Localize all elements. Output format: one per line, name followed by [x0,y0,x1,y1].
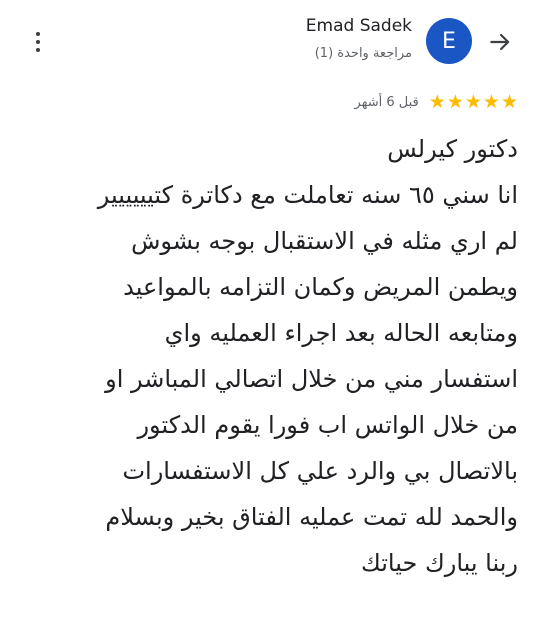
review-text-line: انا سني ٦٥ سنه تعاملت مع دكاترة كتيييييي… [97,181,518,209]
review-text-line: والحمد لله تمت عمليه الفتاق بخير وبسلام [105,503,518,531]
reviewer-name[interactable]: Emad Sadek [306,16,412,36]
more-vert-icon [36,32,40,36]
star-icon: ★ [464,91,482,113]
star-icon: ★ [446,91,464,113]
star-icon: ★ [500,91,518,113]
review-text-line: ربنا يبارك حياتك [361,549,518,577]
review-text-line: بالاتصال بي والرد علي كل الاستفسارات [122,457,518,485]
review-text-line: لم اري مثله في الاستقبال بوجه بشوش [131,227,518,255]
review-text-line: استفسار مني من خلال اتصالي المباشر او [105,365,518,393]
review-text-line: دكتور كيرلس [387,135,518,163]
review-time: قبل 6 أشهر [354,94,419,110]
review-text-line: ويطمن المريض وكمان التزامه بالمواعيد [123,273,518,301]
avatar-initial: E [442,28,456,54]
review-meta: ★ ★ ★ ★ ★ قبل 6 أشهر [355,92,518,112]
review-header: Emad Sadek مراجعة واحدة (1) E [0,0,540,84]
star-icon: ★ [428,91,446,113]
back-button[interactable] [482,24,518,60]
star-icon: ★ [482,91,500,113]
avatar[interactable]: E [426,18,472,64]
reviewer-review-count: مراجعة واحدة (1) [314,46,412,61]
arrow-back-icon [490,33,510,51]
review-text-line: من خلال الواتس اب فورا يقوم الدكتور [137,411,518,439]
more-options-button[interactable] [22,26,54,58]
review-text-line: ومتابعه الحاله بعد اجراء العمليه واي [164,319,518,347]
review-body: دكتور كيرلس انا سني ٦٥ سنه تعاملت مع دكات… [18,126,518,586]
star-rating: ★ ★ ★ ★ ★ [429,92,518,112]
